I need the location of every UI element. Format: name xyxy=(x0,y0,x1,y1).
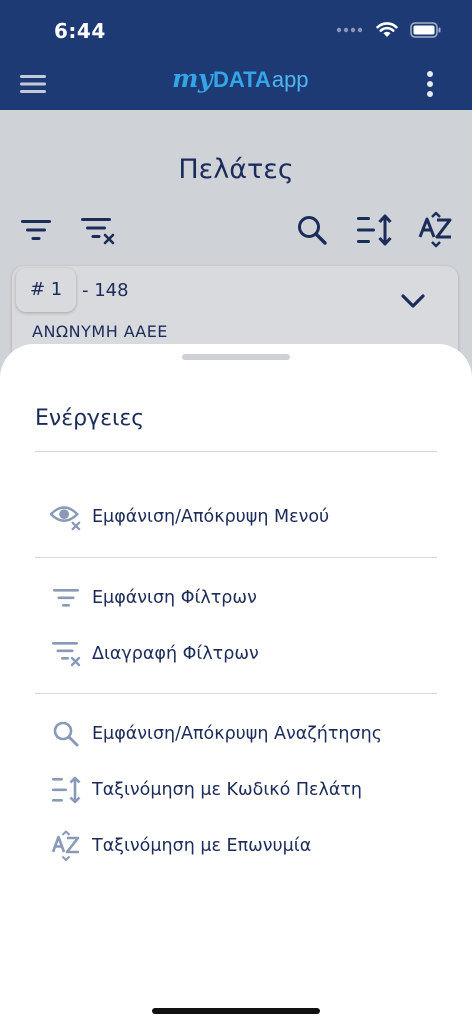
logo-data: DATA xyxy=(212,67,271,92)
status-bar: 6:44 xyxy=(0,0,472,58)
action-label: Διαγραφή Φίλτρων xyxy=(92,644,259,664)
chevron-down-icon xyxy=(401,294,425,308)
customer-number-badge: # 1 xyxy=(16,268,77,312)
filter-icon xyxy=(53,589,79,607)
sort-by-name-button[interactable] xyxy=(416,210,456,250)
more-options-button[interactable] xyxy=(420,66,440,102)
action-icon xyxy=(50,718,82,750)
search-icon xyxy=(53,721,79,747)
action-sort-by-code[interactable]: Ταξινόμηση με Κωδικό Πελάτη xyxy=(50,768,450,812)
action-label: Εμφάνιση/Απόκρυψη Μενού xyxy=(92,507,330,527)
action-label: Ταξινόμηση με Επωνυμία xyxy=(92,836,312,856)
sort-numeric-icon xyxy=(52,776,81,804)
action-icon xyxy=(50,830,82,862)
action-icon xyxy=(50,582,82,614)
battery-icon xyxy=(410,22,441,38)
action-label: Ταξινόμηση με Κωδικό Πελάτη xyxy=(92,780,362,800)
action-show-filters[interactable]: Εμφάνιση Φίλτρων xyxy=(50,576,450,620)
more-vertical-icon xyxy=(427,71,433,97)
action-sort-by-name[interactable]: Ταξινόμηση με Επωνυμία xyxy=(50,824,450,868)
actions-sheet: Ενέργειες Εμφάνιση/Απόκρυψη Μενού Εμφάνι… xyxy=(0,344,472,1024)
page-title: Πελάτες xyxy=(178,154,294,185)
sheet-title: Ενέργειες xyxy=(35,406,145,431)
search-button[interactable] xyxy=(292,210,332,250)
sort-numeric-icon xyxy=(357,214,392,246)
search-icon xyxy=(298,216,327,245)
hamburger-icon xyxy=(20,75,46,93)
status-icons xyxy=(336,22,442,38)
filter-icon xyxy=(21,220,51,240)
action-toggle-menu[interactable]: Εμφάνιση/Απόκρυψη Μενού xyxy=(50,495,450,539)
clear-filter-icon xyxy=(52,642,81,667)
eye-off-icon xyxy=(50,506,81,531)
clear-filter-icon xyxy=(81,218,115,245)
action-icon xyxy=(50,774,82,806)
wifi-icon xyxy=(376,22,398,37)
divider xyxy=(35,693,437,694)
home-indicator[interactable] xyxy=(152,1008,320,1014)
status-time: 6:44 xyxy=(54,19,106,43)
app-bar: my DATA app xyxy=(0,58,472,110)
customer-code: - 148 xyxy=(82,280,129,301)
logo-my: my xyxy=(172,64,212,93)
clear-filters-button[interactable] xyxy=(78,210,118,250)
action-clear-filters[interactable]: Διαγραφή Φίλτρων xyxy=(50,632,450,676)
action-toggle-search[interactable]: Εμφάνιση/Απόκρυψη Αναζήτησης xyxy=(50,712,450,756)
sort-az-icon xyxy=(418,211,452,248)
signal-icon xyxy=(336,27,363,33)
sheet-grabber[interactable] xyxy=(182,354,290,360)
logo-app: app xyxy=(271,67,309,92)
action-label: Εμφάνιση/Απόκρυψη Αναζήτησης xyxy=(92,724,382,744)
action-icon xyxy=(50,638,82,670)
menu-button[interactable] xyxy=(14,66,52,102)
sort-by-code-button[interactable] xyxy=(354,210,394,250)
sort-az-icon xyxy=(51,830,80,861)
customer-name: ΑΝΩΝΥΜΗ ΑΑΕΕ xyxy=(32,322,168,341)
app-logo: my DATA app xyxy=(172,64,309,104)
action-icon xyxy=(50,501,82,533)
expand-card-button[interactable] xyxy=(398,286,428,316)
show-filters-button[interactable] xyxy=(16,210,56,250)
action-label: Εμφάνιση Φίλτρων xyxy=(92,588,257,608)
divider xyxy=(35,557,437,558)
divider xyxy=(35,451,437,452)
